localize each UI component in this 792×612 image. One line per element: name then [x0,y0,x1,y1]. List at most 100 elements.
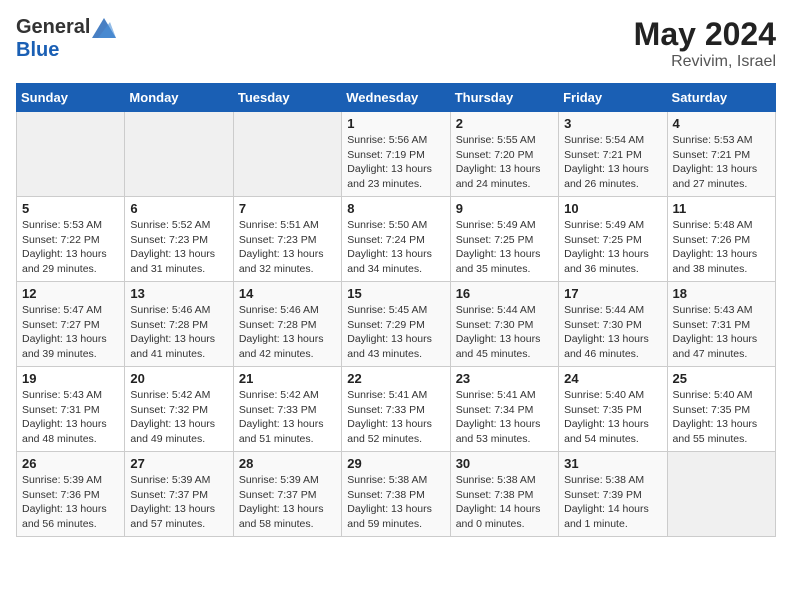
weekday-header: Sunday [17,84,125,112]
day-number: 22 [347,371,444,386]
location: Revivim, Israel [634,53,776,71]
calendar-day-cell: 25 Sunrise: 5:40 AMSunset: 7:35 PMDayligh… [667,367,775,452]
day-info: Sunrise: 5:46 AMSunset: 7:28 PMDaylight:… [130,303,227,362]
calendar-week-row: 12 Sunrise: 5:47 AMSunset: 7:27 PMDayligh… [17,282,776,367]
day-info: Sunrise: 5:53 AMSunset: 7:22 PMDaylight:… [22,218,119,277]
calendar-day-cell: 29Sunrise: 5:38 AMSunset: 7:38 PMDayligh… [342,452,450,537]
calendar-week-row: 1 Sunrise: 5:56 AMSunset: 7:19 PMDaylight… [17,112,776,197]
weekday-header: Monday [125,84,233,112]
calendar-day-cell: 19Sunrise: 5:43 AMSunset: 7:31 PMDayligh… [17,367,125,452]
day-number: 23 [456,371,553,386]
calendar-table: SundayMondayTuesdayWednesdayThursdayFrid… [16,83,776,537]
day-info: Sunrise: 5:47 AMSunset: 7:27 PMDaylight:… [22,303,119,362]
weekday-header-row: SundayMondayTuesdayWednesdayThursdayFrid… [17,84,776,112]
day-info: Sunrise: 5:55 AMSunset: 7:20 PMDaylight:… [456,133,553,192]
day-info: Sunrise: 5:42 AMSunset: 7:33 PMDaylight:… [239,388,336,447]
day-info: Sunrise: 5:54 AMSunset: 7:21 PMDaylight:… [564,133,661,192]
calendar-day-cell [17,112,125,197]
day-info: Sunrise: 5:48 AMSunset: 7:26 PMDaylight:… [673,218,770,277]
day-info: Sunrise: 5:38 AMSunset: 7:38 PMDaylight:… [456,473,553,532]
calendar-day-cell: 11 Sunrise: 5:48 AMSunset: 7:26 PMDayligh… [667,197,775,282]
day-number: 12 [22,286,119,301]
month-year: May 2024 [634,16,776,53]
calendar-day-cell: 23 Sunrise: 5:41 AMSunset: 7:34 PMDayligh… [450,367,558,452]
calendar-week-row: 26 Sunrise: 5:39 AMSunset: 7:36 PMDayligh… [17,452,776,537]
logo-blue-text: Blue [16,39,59,61]
logo-icon [92,18,116,38]
day-info: Sunrise: 5:49 AMSunset: 7:25 PMDaylight:… [456,218,553,277]
calendar-day-cell [233,112,341,197]
calendar-day-cell: 17Sunrise: 5:44 AMSunset: 7:30 PMDayligh… [559,282,667,367]
calendar-day-cell: 22 Sunrise: 5:41 AMSunset: 7:33 PMDayligh… [342,367,450,452]
calendar-day-cell: 18Sunrise: 5:43 AMSunset: 7:31 PMDayligh… [667,282,775,367]
day-info: Sunrise: 5:49 AMSunset: 7:25 PMDaylight:… [564,218,661,277]
day-number: 16 [456,286,553,301]
day-number: 31 [564,456,661,471]
day-number: 9 [456,201,553,216]
day-number: 8 [347,201,444,216]
day-number: 14 [239,286,336,301]
day-info: Sunrise: 5:41 AMSunset: 7:34 PMDaylight:… [456,388,553,447]
calendar-day-cell: 24 Sunrise: 5:40 AMSunset: 7:35 PMDayligh… [559,367,667,452]
day-number: 1 [347,116,444,131]
calendar-day-cell: 8 Sunrise: 5:50 AMSunset: 7:24 PMDaylight… [342,197,450,282]
day-info: Sunrise: 5:53 AMSunset: 7:21 PMDaylight:… [673,133,770,192]
calendar-day-cell: 2 Sunrise: 5:55 AMSunset: 7:20 PMDaylight… [450,112,558,197]
day-info: Sunrise: 5:39 AMSunset: 7:36 PMDaylight:… [22,473,119,532]
calendar-day-cell: 5 Sunrise: 5:53 AMSunset: 7:22 PMDaylight… [17,197,125,282]
day-info: Sunrise: 5:42 AMSunset: 7:32 PMDaylight:… [130,388,227,447]
calendar-day-cell: 1 Sunrise: 5:56 AMSunset: 7:19 PMDaylight… [342,112,450,197]
calendar-day-cell: 13 Sunrise: 5:46 AMSunset: 7:28 PMDayligh… [125,282,233,367]
calendar-day-cell [125,112,233,197]
day-number: 26 [22,456,119,471]
day-number: 13 [130,286,227,301]
calendar-day-cell [667,452,775,537]
calendar-day-cell: 31Sunrise: 5:38 AMSunset: 7:39 PMDayligh… [559,452,667,537]
day-info: Sunrise: 5:56 AMSunset: 7:19 PMDaylight:… [347,133,444,192]
day-info: Sunrise: 5:40 AMSunset: 7:35 PMDaylight:… [673,388,770,447]
day-number: 21 [239,371,336,386]
weekday-header: Tuesday [233,84,341,112]
weekday-header: Saturday [667,84,775,112]
day-number: 30 [456,456,553,471]
calendar-day-cell: 26 Sunrise: 5:39 AMSunset: 7:36 PMDayligh… [17,452,125,537]
day-number: 25 [673,371,770,386]
calendar-day-cell: 3 Sunrise: 5:54 AMSunset: 7:21 PMDaylight… [559,112,667,197]
calendar-week-row: 5 Sunrise: 5:53 AMSunset: 7:22 PMDaylight… [17,197,776,282]
day-info: Sunrise: 5:39 AMSunset: 7:37 PMDaylight:… [239,473,336,532]
calendar-day-cell: 28Sunrise: 5:39 AMSunset: 7:37 PMDayligh… [233,452,341,537]
calendar-day-cell: 12 Sunrise: 5:47 AMSunset: 7:27 PMDayligh… [17,282,125,367]
day-info: Sunrise: 5:40 AMSunset: 7:35 PMDaylight:… [564,388,661,447]
day-number: 19 [22,371,119,386]
calendar-week-row: 19Sunrise: 5:43 AMSunset: 7:31 PMDayligh… [17,367,776,452]
day-info: Sunrise: 5:51 AMSunset: 7:23 PMDaylight:… [239,218,336,277]
day-info: Sunrise: 5:46 AMSunset: 7:28 PMDaylight:… [239,303,336,362]
day-number: 4 [673,116,770,131]
day-number: 5 [22,201,119,216]
day-number: 24 [564,371,661,386]
calendar-day-cell: 4 Sunrise: 5:53 AMSunset: 7:21 PMDaylight… [667,112,775,197]
calendar-day-cell: 15Sunrise: 5:45 AMSunset: 7:29 PMDayligh… [342,282,450,367]
calendar-day-cell: 6Sunrise: 5:52 AMSunset: 7:23 PMDaylight… [125,197,233,282]
day-info: Sunrise: 5:50 AMSunset: 7:24 PMDaylight:… [347,218,444,277]
weekday-header: Wednesday [342,84,450,112]
day-number: 20 [130,371,227,386]
logo: General Blue [16,16,116,62]
day-info: Sunrise: 5:41 AMSunset: 7:33 PMDaylight:… [347,388,444,447]
day-info: Sunrise: 5:52 AMSunset: 7:23 PMDaylight:… [130,218,227,277]
day-number: 11 [673,201,770,216]
calendar-day-cell: 20 Sunrise: 5:42 AMSunset: 7:32 PMDayligh… [125,367,233,452]
calendar-day-cell: 16 Sunrise: 5:44 AMSunset: 7:30 PMDayligh… [450,282,558,367]
day-info: Sunrise: 5:39 AMSunset: 7:37 PMDaylight:… [130,473,227,532]
day-number: 2 [456,116,553,131]
logo-general-text: General [16,16,90,39]
calendar-day-cell: 10Sunrise: 5:49 AMSunset: 7:25 PMDayligh… [559,197,667,282]
calendar-day-cell: 27 Sunrise: 5:39 AMSunset: 7:37 PMDayligh… [125,452,233,537]
calendar-day-cell: 30 Sunrise: 5:38 AMSunset: 7:38 PMDayligh… [450,452,558,537]
day-number: 27 [130,456,227,471]
day-number: 17 [564,286,661,301]
day-info: Sunrise: 5:43 AMSunset: 7:31 PMDaylight:… [673,303,770,362]
day-info: Sunrise: 5:38 AMSunset: 7:38 PMDaylight:… [347,473,444,532]
day-info: Sunrise: 5:44 AMSunset: 7:30 PMDaylight:… [456,303,553,362]
day-number: 3 [564,116,661,131]
